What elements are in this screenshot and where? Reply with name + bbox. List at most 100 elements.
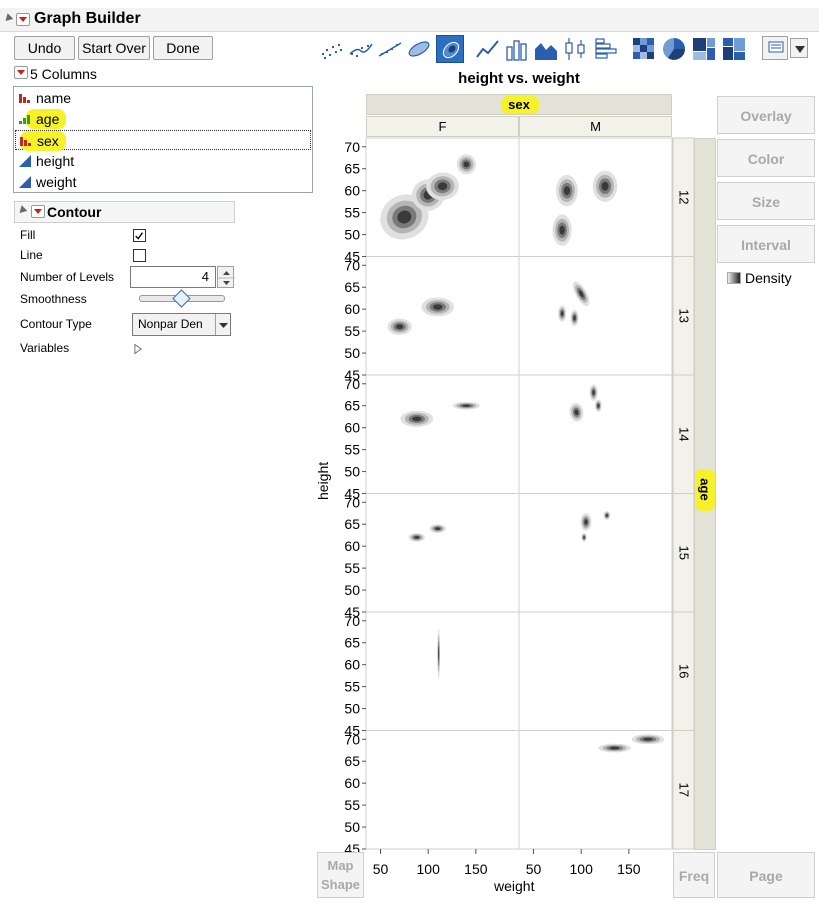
size-zone[interactable]: Size — [717, 182, 815, 220]
y-tick-label: 70 — [344, 257, 360, 273]
group-level-F[interactable]: F — [366, 116, 519, 137]
group-level-M[interactable]: M — [519, 116, 672, 137]
plot-panel — [365, 493, 520, 613]
histogram-icon[interactable] — [592, 35, 620, 63]
contour-level — [559, 225, 565, 235]
contour-level — [462, 404, 471, 407]
bar-icon[interactable] — [503, 35, 531, 63]
contour-level — [643, 737, 653, 741]
x-tick-label: 50 — [526, 861, 542, 877]
expand-arrow-icon[interactable] — [134, 343, 143, 358]
y-tick-label: 65 — [344, 398, 360, 414]
column-item-height[interactable]: height — [18, 151, 74, 171]
fill-checkbox[interactable] — [133, 229, 146, 242]
disclosure-icon[interactable] — [16, 205, 28, 216]
contour-level — [573, 315, 576, 321]
nominal-icon — [19, 94, 30, 103]
group-y-title: age — [697, 478, 713, 501]
group-x-header[interactable]: sex — [366, 94, 672, 115]
points-icon[interactable] — [318, 35, 346, 63]
y-tick-label: 70 — [344, 139, 360, 155]
app-title: Graph Builder — [34, 10, 141, 27]
x-tick-label: 150 — [617, 861, 641, 877]
contour-level — [584, 519, 588, 525]
ellipse-icon[interactable] — [405, 35, 433, 63]
x-tick-label: 50 — [373, 861, 389, 877]
contour-plot[interactable]: 7065605550457065605550457065605550457065… — [310, 137, 695, 907]
contour-level — [412, 416, 422, 422]
fill-label: Fill — [20, 228, 36, 242]
overlay-zone[interactable]: Overlay — [717, 96, 815, 134]
column-item-weight[interactable]: weight — [18, 172, 76, 192]
y-tick-label: 60 — [344, 775, 360, 791]
column-item-age[interactable]: age — [18, 109, 66, 129]
smoother-icon[interactable] — [347, 35, 375, 63]
mosaic-icon[interactable] — [720, 35, 748, 63]
levels-input[interactable]: 4 — [130, 266, 216, 288]
chevron-down-icon[interactable] — [790, 38, 808, 58]
y-tick-label: 70 — [344, 731, 360, 747]
group-y-level-label: 17 — [677, 783, 692, 797]
plot-panel — [365, 730, 520, 850]
line-checkbox[interactable] — [133, 249, 146, 262]
contour-level — [396, 324, 404, 330]
map-shape-zone[interactable]: Map Shape — [317, 852, 364, 898]
contour-level — [609, 746, 620, 750]
y-tick-label: 70 — [344, 494, 360, 510]
y-tick-label: 65 — [344, 161, 360, 177]
y-tick-label: 60 — [344, 183, 360, 199]
red-menu-icon[interactable] — [16, 13, 30, 26]
contour-menu-icon[interactable] — [31, 205, 45, 218]
line-icon[interactable] — [474, 35, 502, 63]
freq-zone[interactable]: Freq — [673, 852, 715, 898]
start-over-button[interactable]: Start Over — [78, 36, 150, 60]
contour-level — [560, 311, 564, 316]
density-legend-swatch — [727, 272, 741, 284]
y-tick-label: 65 — [344, 516, 360, 532]
plot-panel — [518, 256, 673, 376]
area-icon[interactable] — [532, 35, 560, 63]
y-tick-label: 65 — [344, 279, 360, 295]
contour-title: Contour — [47, 204, 102, 220]
undo-button[interactable]: Undo — [14, 36, 75, 60]
ordinal-icon — [19, 115, 30, 124]
columns-menu-icon[interactable] — [14, 66, 28, 79]
y-tick-label: 65 — [344, 753, 360, 769]
contour-level — [433, 304, 443, 310]
treemap-icon[interactable] — [690, 35, 718, 63]
contour-type-select[interactable]: Nonpar Den — [132, 313, 231, 336]
columns-list: name age sex height weight — [13, 86, 313, 193]
layout-icon[interactable] — [762, 36, 788, 60]
columns-count-label: 5 Columns — [30, 66, 97, 82]
disclosure-icon[interactable] — [2, 13, 14, 24]
contour-icon[interactable] — [436, 35, 464, 63]
column-item-sex[interactable]: sex — [15, 130, 311, 151]
pie-icon[interactable] — [660, 35, 688, 63]
y-tick-label: 50 — [344, 819, 360, 835]
continuous-icon — [19, 155, 31, 167]
contour-level — [583, 536, 585, 539]
line-of-fit-icon[interactable] — [376, 35, 404, 63]
slider-thumb[interactable] — [172, 289, 191, 308]
contour-level — [438, 646, 440, 661]
group-y-level-label: 14 — [677, 427, 692, 441]
heatmap-icon[interactable] — [630, 35, 658, 63]
y-tick-label: 60 — [344, 301, 360, 317]
done-button[interactable]: Done — [153, 36, 213, 60]
contour-level — [414, 536, 420, 539]
column-item-name[interactable]: name — [18, 88, 71, 108]
y-tick-label: 70 — [344, 613, 360, 629]
group-y-header[interactable]: age — [694, 138, 716, 850]
interval-zone[interactable]: Interval — [717, 225, 815, 263]
x-axis-label[interactable]: weight — [494, 878, 534, 894]
page-zone[interactable]: Page — [717, 852, 815, 898]
group-x-title: sex — [508, 97, 530, 112]
color-zone[interactable]: Color — [717, 139, 815, 177]
y-axis-label[interactable]: height — [315, 462, 331, 500]
levels-stepper[interactable] — [217, 266, 235, 288]
contour-level — [597, 403, 600, 408]
y-tick-label: 60 — [344, 657, 360, 673]
contour-level — [592, 390, 595, 395]
box-plot-icon[interactable] — [562, 35, 590, 63]
variables-label: Variables — [20, 341, 70, 355]
